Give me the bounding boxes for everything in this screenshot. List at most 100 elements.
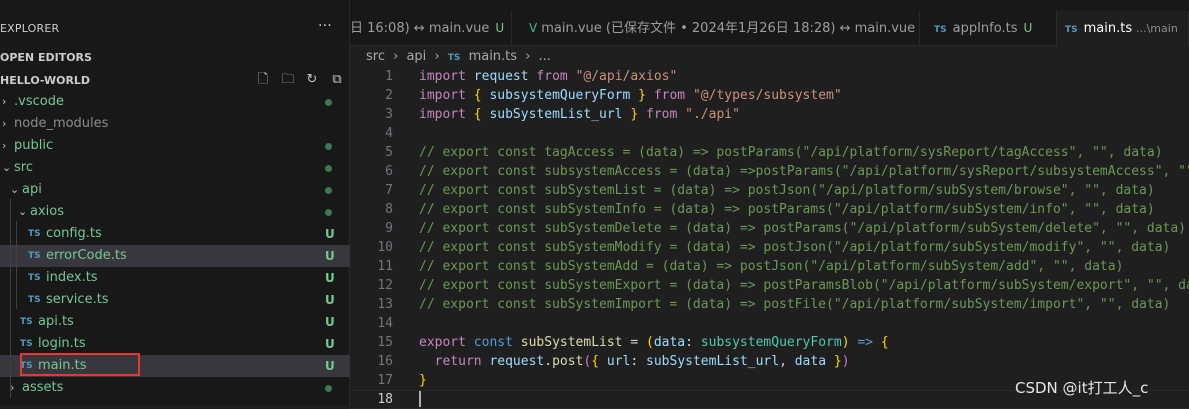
- tree-folder[interactable]: › public: [0, 135, 350, 157]
- chevron-right-icon[interactable]: ›: [2, 113, 12, 135]
- text-cursor: [419, 391, 421, 407]
- tab-label: main.ts: [1083, 21, 1133, 36]
- chevron-down-icon[interactable]: ⌄: [2, 157, 12, 179]
- code-line: 6 // export const subsystemAccess = (data…: [350, 162, 1189, 181]
- tree-file[interactable]: TS api.ts U: [0, 311, 350, 333]
- code-text: // export const subSystemModify = (data)…: [419, 238, 1170, 257]
- tree-file[interactable]: TS service.ts U: [0, 289, 350, 311]
- tree-item-label: axios: [30, 204, 64, 219]
- code-token: // export const subsystemAccess = (data)…: [419, 164, 1189, 179]
- tab-appinfo-ts[interactable]: TS appInfo.ts U: [926, 11, 1057, 46]
- code-token: {: [880, 335, 889, 350]
- line-number: 8: [385, 202, 393, 217]
- line-number: 9: [385, 221, 393, 236]
- tab-main-ts[interactable]: TS main.ts ...\main: [1057, 11, 1189, 46]
- tab-label: main.vue (已保存文件 • 2024年1月26日 18:28) ↔ ma…: [541, 21, 916, 36]
- git-status-untracked: U: [325, 293, 335, 307]
- tree-item-label: src: [14, 160, 33, 175]
- typescript-icon: TS: [28, 251, 41, 261]
- tree-folder[interactable]: ⌄ api: [0, 179, 350, 201]
- explorer-sidebar: EXPLORER ··· OPEN EDITORS HELLO-WORLD 🗋 …: [0, 0, 350, 406]
- git-status-dot: [325, 99, 332, 106]
- breadcrumb-more[interactable]: ...: [539, 49, 551, 64]
- code-line: 2 import { subsystemQueryForm } from "@/t…: [350, 86, 1189, 105]
- code-token: data: [794, 354, 827, 369]
- code-text: import { subsystemQueryForm } from "@/ty…: [419, 86, 842, 105]
- tree-file[interactable]: TS index.ts U: [0, 267, 350, 289]
- tab-path: ...\main: [1136, 22, 1178, 35]
- chevron-right-icon[interactable]: ›: [2, 91, 12, 113]
- tree-folder[interactable]: › node_modules: [0, 113, 350, 135]
- code-line: 3 import { subSystemList_url } from "./ap…: [350, 105, 1189, 124]
- line-number: 14: [377, 316, 393, 331]
- line-number: 15: [377, 335, 393, 350]
- tab-main-vue-diff-2[interactable]: Vmain.vue (已保存文件 • 2024年1月26日 18:28) ↔ m…: [521, 11, 920, 46]
- breadcrumb-api[interactable]: api: [406, 49, 426, 64]
- tab-status: U: [495, 21, 505, 35]
- tree-file[interactable]: TS errorCode.ts U: [0, 245, 350, 267]
- code-line: 12 // export const subSystemExport = (dat…: [350, 276, 1189, 295]
- tree-folder[interactable]: ⌄ axios: [0, 201, 350, 223]
- tree-folder[interactable]: › .vscode: [0, 91, 350, 113]
- code-token: import: [419, 107, 466, 122]
- more-actions-icon[interactable]: ···: [318, 18, 332, 34]
- code-line: 7 // export const subSystemList = (data) …: [350, 181, 1189, 200]
- code-token: from: [536, 69, 568, 84]
- code-editor[interactable]: 1 import request from "@/api/axios" 2 impor…: [350, 67, 1189, 407]
- tree-folder[interactable]: ⌄ src: [0, 157, 350, 179]
- chevron-right-icon[interactable]: ›: [2, 135, 12, 157]
- line-number: 7: [385, 183, 393, 198]
- code-token: // export const subSystemDelete = (data)…: [419, 221, 1187, 236]
- line-number: 18: [377, 392, 393, 407]
- code-line: 1 import request from "@/api/axios": [350, 67, 1189, 86]
- code-token: {: [473, 107, 482, 122]
- git-status-dot: [325, 165, 332, 172]
- tab-main-vue-diff-1[interactable]: 日 16:08) ↔ main.vue U: [350, 11, 512, 46]
- explorer-title: EXPLORER: [0, 22, 60, 35]
- tree-file[interactable]: TS login.ts U: [0, 333, 350, 355]
- code-text: }: [419, 371, 427, 390]
- typescript-icon: TS: [20, 317, 33, 327]
- code-token: export: [419, 335, 466, 350]
- code-token: // export const subSystemModify = (data)…: [419, 240, 1171, 255]
- code-token: subSystemList_url: [489, 107, 623, 122]
- breadcrumb-main-ts[interactable]: main.ts: [469, 49, 517, 64]
- code-token: from: [646, 107, 678, 122]
- code-token: {: [591, 354, 600, 369]
- workspace-section[interactable]: HELLO-WORLD 🗋 🗀 ↻ ⧉: [0, 69, 350, 91]
- new-file-icon[interactable]: 🗋: [255, 72, 271, 88]
- line-number: 2: [385, 88, 393, 103]
- typescript-icon: TS: [934, 25, 947, 35]
- line-number: 1: [385, 69, 393, 84]
- new-folder-icon[interactable]: 🗀: [280, 72, 296, 88]
- tree-item-label: assets: [22, 380, 64, 395]
- chevron-down-icon[interactable]: ⌄: [10, 179, 20, 201]
- refresh-icon[interactable]: ↻: [304, 72, 320, 88]
- code-text: import request from "@/api/axios": [419, 67, 677, 86]
- code-token: // export const subSystemAdd = (data) =>…: [419, 259, 1124, 274]
- tree-file[interactable]: TS config.ts U: [0, 223, 350, 245]
- code-text: // export const subSystemList = (data) =…: [419, 181, 1155, 200]
- code-token: subsystemQueryForm: [489, 88, 631, 103]
- workspace-label: HELLO-WORLD: [0, 74, 91, 87]
- chevron-down-icon[interactable]: ⌄: [18, 201, 28, 223]
- code-token: "@/api/axios": [575, 69, 678, 84]
- vue-icon: V: [529, 21, 538, 35]
- chevron-right-icon[interactable]: ›: [10, 377, 20, 399]
- breadcrumb-sep: ›: [525, 49, 531, 64]
- code-token: "./api": [685, 107, 740, 122]
- collapse-all-icon[interactable]: ⧉: [329, 72, 345, 88]
- tree-item-label: login.ts: [38, 336, 86, 351]
- code-token: request: [489, 354, 545, 369]
- tree-folder[interactable]: › assets: [0, 377, 350, 399]
- code-line: 8 // export const subSystemInfo = (data) …: [350, 200, 1189, 219]
- tree-item-label: .vscode: [14, 94, 64, 109]
- watermark: CSDN @it打工人_c: [1015, 379, 1149, 397]
- indent-guide: [16, 221, 17, 309]
- code-line: 10 // export const subSystemModify = (dat…: [350, 238, 1189, 257]
- breadcrumb-src[interactable]: src: [366, 49, 385, 64]
- open-editors-section[interactable]: OPEN EDITORS: [0, 46, 350, 68]
